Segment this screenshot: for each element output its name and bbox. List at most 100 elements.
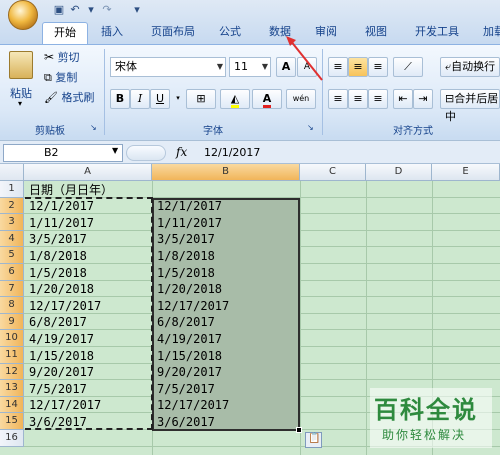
cell-b[interactable]: 12/1/2017 — [154, 198, 222, 214]
format-painter-button[interactable]: 🖌 格式刷 — [44, 89, 104, 107]
cell-a[interactable]: 12/17/2017 — [26, 397, 101, 413]
formula-bar-splitter[interactable] — [126, 145, 166, 161]
cell-a[interactable]: 3/6/2017 — [26, 414, 87, 430]
align-left-button[interactable]: ≡ — [328, 89, 348, 109]
formula-input[interactable]: 12/1/2017 — [204, 146, 260, 159]
column-header-a[interactable]: A — [24, 164, 152, 181]
row-header[interactable]: 14 — [0, 396, 24, 414]
phonetic-button[interactable]: wén — [286, 89, 316, 109]
font-color-button[interactable]: A — [252, 89, 282, 109]
row-header[interactable]: 1 — [0, 181, 24, 198]
cell-a[interactable]: 1/5/2018 — [26, 265, 87, 281]
undo-icon[interactable]: ↶ — [68, 3, 82, 17]
row-header[interactable]: 6 — [0, 264, 24, 281]
tab-home[interactable]: 开始 — [42, 22, 88, 44]
paste-button[interactable]: 粘贴 ▾ — [6, 51, 36, 111]
italic-button[interactable]: I — [130, 89, 150, 109]
cell-b[interactable]: 12/17/2017 — [154, 397, 229, 413]
row-header[interactable]: 4 — [0, 230, 24, 248]
cell-a[interactable]: 12/1/2017 — [26, 198, 94, 214]
font-size-combo[interactable]: 11 ▼ — [229, 57, 271, 77]
decrease-indent-button[interactable]: ⇤ — [393, 89, 413, 109]
align-right-button[interactable]: ≡ — [368, 89, 388, 109]
tab-addins[interactable]: 加载 — [474, 22, 500, 44]
select-all-corner[interactable] — [0, 164, 24, 181]
row-header[interactable]: 2 — [0, 197, 24, 215]
tab-formulas[interactable]: 公式 — [210, 22, 250, 44]
row-header[interactable]: 10 — [0, 330, 24, 347]
header-cell-a1[interactable]: 日期（月日年） — [26, 182, 113, 198]
row-header[interactable]: 7 — [0, 280, 24, 298]
chevron-down-icon[interactable]: ▾ — [174, 89, 182, 109]
cut-button[interactable]: ✂ 剪切 — [44, 49, 104, 67]
office-button[interactable] — [8, 0, 38, 30]
column-header-e[interactable]: E — [432, 164, 500, 181]
cell-a[interactable]: 1/20/2018 — [26, 281, 94, 297]
row-header[interactable]: 13 — [0, 380, 24, 397]
cell-a[interactable]: 1/11/2017 — [26, 215, 94, 231]
cell-a[interactable]: 1/8/2018 — [26, 248, 87, 264]
cell-a[interactable]: 7/5/2017 — [26, 381, 87, 397]
cell-b[interactable]: 1/8/2018 — [154, 248, 215, 264]
cell-b[interactable]: 7/5/2017 — [154, 381, 215, 397]
cell-a[interactable]: 6/8/2017 — [26, 314, 87, 330]
cell-b[interactable]: 12/17/2017 — [154, 298, 229, 314]
cell-a[interactable]: 1/15/2018 — [26, 348, 94, 364]
redo-icon[interactable]: ↷ — [100, 3, 114, 17]
copy-button[interactable]: ⧉ 复制 — [44, 69, 104, 87]
row-header[interactable]: 11 — [0, 347, 24, 364]
font-launcher-icon[interactable]: ↘ — [307, 123, 314, 132]
row-header[interactable]: 3 — [0, 214, 24, 231]
cell-b[interactable]: 1/11/2017 — [154, 215, 222, 231]
orientation-button[interactable]: ⟋ — [393, 57, 423, 77]
row-header[interactable]: 15 — [0, 413, 24, 430]
save-icon[interactable]: ▣ — [52, 3, 66, 17]
cell-b[interactable]: 3/5/2017 — [154, 231, 215, 247]
tab-developer[interactable]: 开发工具 — [404, 22, 470, 44]
cell-b[interactable]: 1/15/2018 — [154, 348, 222, 364]
cell-b[interactable]: 9/20/2017 — [154, 364, 222, 380]
font-name-combo[interactable]: 宋体 ▼ — [110, 57, 226, 77]
underline-button[interactable]: U — [150, 89, 170, 109]
row-header[interactable]: 8 — [0, 297, 24, 314]
tab-view[interactable]: 视图 — [356, 22, 396, 44]
paste-options-button[interactable]: 📋 — [305, 432, 322, 448]
merge-center-button[interactable]: ⊟合并后居中 — [440, 89, 500, 123]
clipboard-launcher-icon[interactable]: ↘ — [90, 123, 97, 132]
row-header[interactable]: 9 — [0, 313, 24, 331]
name-box[interactable]: B2 — [3, 144, 123, 162]
wrap-text-button[interactable]: ⤶自动换行 — [440, 57, 500, 77]
fx-icon[interactable]: fx — [176, 145, 187, 159]
tab-insert[interactable]: 插入 — [92, 22, 132, 44]
increase-indent-button[interactable]: ⇥ — [413, 89, 433, 109]
align-center-button[interactable]: ≡ — [348, 89, 368, 109]
row-header[interactable]: 12 — [0, 363, 24, 381]
cell-b[interactable]: 6/8/2017 — [154, 314, 215, 330]
align-bottom-button[interactable]: ≡ — [368, 57, 388, 77]
cell-a[interactable]: 3/5/2017 — [26, 231, 87, 247]
cell-b[interactable]: 4/19/2017 — [154, 331, 222, 347]
row-header[interactable]: 16 — [0, 430, 24, 447]
fill-handle[interactable] — [296, 427, 302, 433]
bold-button[interactable]: B — [110, 89, 130, 109]
column-header-c[interactable]: C — [300, 164, 366, 181]
cell-a[interactable]: 9/20/2017 — [26, 364, 94, 380]
fill-color-button[interactable]: ◭ — [220, 89, 250, 109]
cell-b[interactable]: 1/5/2018 — [154, 265, 215, 281]
cell-b[interactable]: 3/6/2017 — [154, 414, 215, 430]
cell-a[interactable]: 12/17/2017 — [26, 298, 101, 314]
customize-toolbar-icon[interactable]: ▾ — [130, 3, 144, 17]
tab-page-layout[interactable]: 页面布局 — [140, 22, 206, 44]
align-top-button[interactable]: ≡ — [328, 57, 348, 77]
scissors-icon: ✂ — [44, 50, 55, 64]
borders-button[interactable]: ⊞ — [186, 89, 216, 109]
column-header-b[interactable]: B — [152, 164, 300, 181]
column-header-d[interactable]: D — [366, 164, 432, 181]
annotation-arrow-icon — [286, 36, 323, 81]
row-header[interactable]: 5 — [0, 247, 24, 264]
chevron-down-icon[interactable]: ▼ — [112, 146, 118, 155]
undo-dropdown-icon[interactable]: ▾ — [84, 3, 98, 17]
cell-b[interactable]: 1/20/2018 — [154, 281, 222, 297]
cell-a[interactable]: 4/19/2017 — [26, 331, 94, 347]
align-middle-button[interactable]: ≡ — [348, 57, 368, 77]
